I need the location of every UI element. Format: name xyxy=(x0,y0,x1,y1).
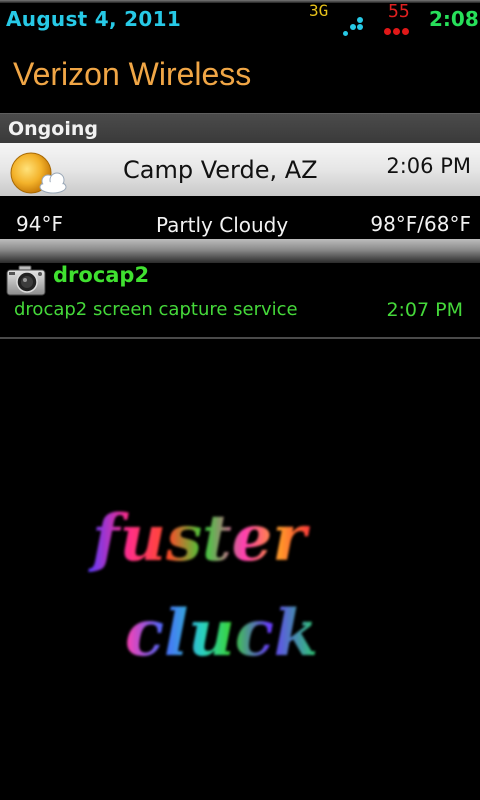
weather-condition: Partly Cloudy xyxy=(156,213,289,237)
weather-updated-time: 2:06 PM xyxy=(386,154,471,178)
partly-cloudy-icon xyxy=(10,152,67,194)
carrier-label: Verizon Wireless xyxy=(13,56,252,92)
wallpaper-text-line-1: fuster xyxy=(88,501,310,576)
drocap2-notification[interactable]: drocap2 drocap2 screen capture service 2… xyxy=(0,239,480,339)
weather-banner: Camp Verde, AZ 2:06 PM xyxy=(0,143,480,196)
ongoing-header: Ongoing xyxy=(0,113,480,143)
carrier-area: Verizon Wireless xyxy=(0,38,480,113)
notification-shade: August 4, 2011 3G 55 2:08 Verizon Wirele… xyxy=(0,0,480,800)
weather-temperature: 94°F xyxy=(16,212,63,236)
status-bar[interactable]: August 4, 2011 3G 55 2:08 xyxy=(0,0,480,38)
wallpaper-art: fuster cluck xyxy=(88,501,318,671)
weather-notification[interactable]: Camp Verde, AZ 2:06 PM 94°F Partly Cloud… xyxy=(0,143,480,239)
drocap2-banner xyxy=(0,239,480,263)
data-activity-dots-icon xyxy=(343,17,365,37)
wallpaper-text-line-2: cluck xyxy=(125,596,318,671)
weather-location: Camp Verde, AZ xyxy=(123,156,318,184)
ongoing-header-label: Ongoing xyxy=(8,118,98,140)
status-date: August 4, 2011 xyxy=(6,7,182,31)
drocap2-text: drocap2 screen capture service xyxy=(14,299,298,320)
weather-high-low: 98°F/68°F xyxy=(370,212,471,236)
camera-icon xyxy=(6,265,46,296)
drocap2-title: drocap2 xyxy=(53,263,150,287)
drocap2-time: 2:07 PM xyxy=(386,299,463,321)
battery-level: 55 xyxy=(388,1,410,22)
network-type-indicator: 3G xyxy=(309,1,329,20)
status-time: 2:08 xyxy=(429,7,479,31)
battery-dots-icon xyxy=(384,28,410,36)
divider xyxy=(0,337,480,339)
